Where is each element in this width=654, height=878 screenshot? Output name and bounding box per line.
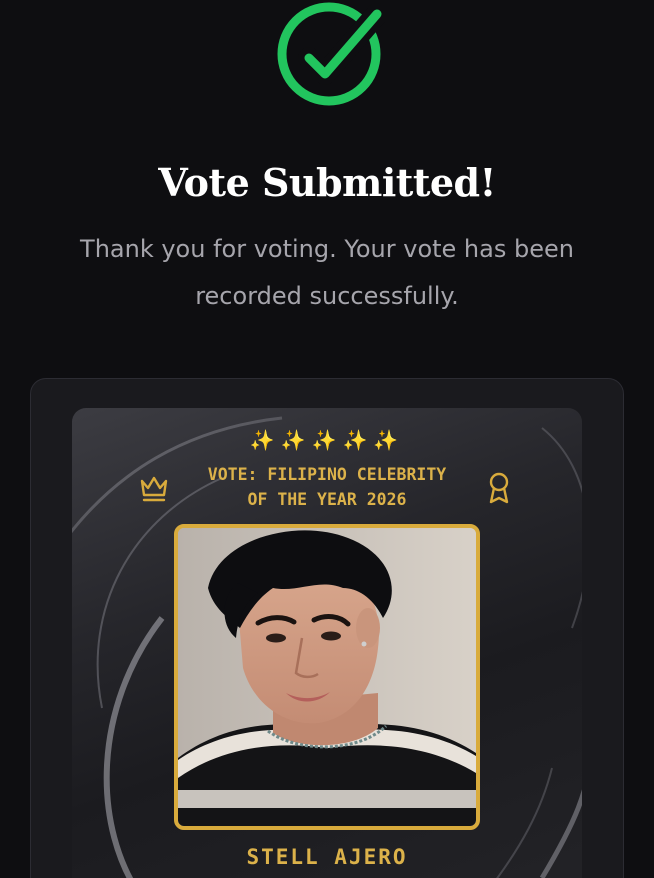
nominee-photo — [174, 524, 480, 830]
vote-category: VOTE: FILIPINO CELEBRITY OF THE YEAR 202… — [180, 462, 474, 512]
award-ribbon-icon — [484, 470, 514, 506]
vote-category-line1: VOTE: FILIPINO CELEBRITY — [207, 465, 447, 484]
crown-icon — [138, 472, 170, 504]
page-title: Vote Submitted! — [158, 160, 496, 205]
sparkles-icon: ✨✨✨✨✨ — [249, 428, 405, 452]
vote-category-line2: OF THE YEAR 2026 — [247, 490, 407, 509]
nominee-name: STELL AJERO — [246, 845, 408, 869]
nominee-portrait-image — [178, 528, 476, 826]
check-circle-icon — [273, 0, 388, 112]
confirmation-message: Thank you for voting. Your vote has been… — [80, 235, 574, 310]
